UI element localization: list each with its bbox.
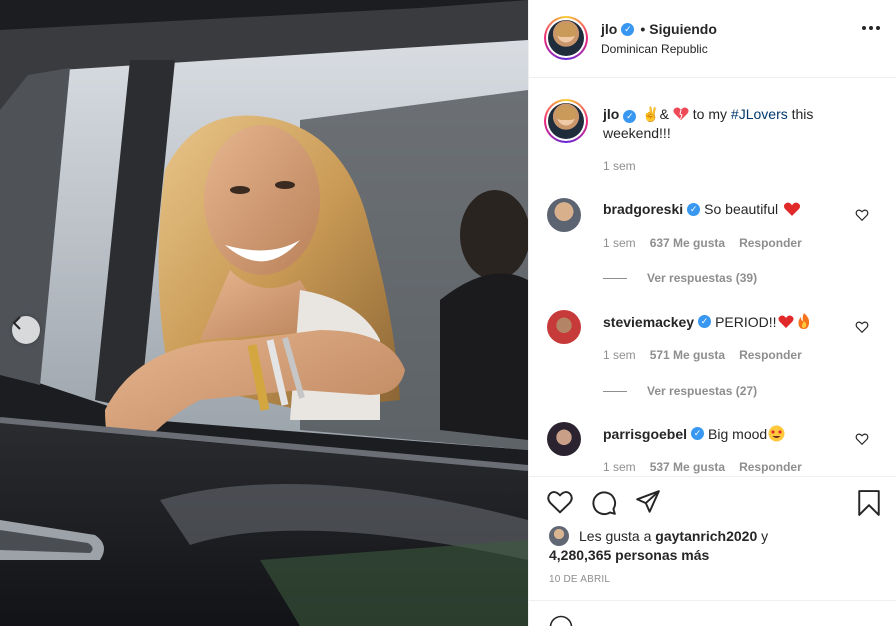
view-replies-button[interactable]: Ver respuestas (39) bbox=[603, 271, 757, 285]
caption-username[interactable]: jlo bbox=[603, 106, 619, 122]
location-link[interactable]: Dominican Republic bbox=[601, 42, 708, 56]
verified-badge-icon: ✓ bbox=[621, 22, 635, 36]
verified-badge-icon: ✓ bbox=[691, 427, 705, 440]
comment-body: PERIOD!! bbox=[715, 313, 777, 330]
comment-likes[interactable]: 571 Me gusta bbox=[650, 348, 725, 362]
likes-others[interactable]: 4,280,365 personas más bbox=[549, 547, 709, 563]
verified-badge-icon: ✓ bbox=[687, 202, 701, 216]
replies-divider bbox=[603, 277, 627, 279]
comment-likes[interactable]: 537 Me gusta bbox=[650, 460, 725, 474]
comment-body: So beautiful bbox=[704, 201, 779, 217]
comment-username[interactable]: steviemackey bbox=[603, 314, 694, 330]
like-comment-heart-icon[interactable] bbox=[855, 208, 869, 222]
post-photo[interactable] bbox=[0, 0, 528, 626]
hashtag-link[interactable]: #JLovers bbox=[731, 106, 788, 122]
comment-bubble-icon[interactable] bbox=[591, 490, 617, 516]
reply-button[interactable]: Responder bbox=[739, 348, 802, 362]
caption-author-avatar[interactable] bbox=[544, 99, 588, 143]
commenter-avatar[interactable] bbox=[547, 198, 581, 232]
like-comment-heart-icon[interactable] bbox=[855, 432, 869, 446]
separator-dot: • bbox=[640, 21, 646, 37]
replies-divider bbox=[603, 390, 627, 392]
commenter-avatar[interactable] bbox=[547, 310, 581, 344]
comments-list[interactable]: jlo ✓ ✌️& to my #JLovers this weekend!!! … bbox=[529, 79, 896, 476]
chevron-left-icon bbox=[12, 316, 21, 330]
post-actions-bar bbox=[529, 476, 896, 526]
post-date[interactable]: 10 DE ABRIL bbox=[549, 574, 610, 585]
add-comment-bar bbox=[529, 600, 896, 626]
liker-avatar[interactable] bbox=[549, 526, 569, 546]
comment-text: steviemackey ✓ PERIOD!! bbox=[603, 313, 811, 330]
photo-illustration bbox=[0, 0, 528, 626]
caption-middle: to my bbox=[692, 106, 728, 122]
likes-text: Les gusta a gaytanrich2020 y bbox=[579, 528, 768, 544]
fire-emoji-icon bbox=[797, 313, 809, 329]
caption-start: ✌️& bbox=[642, 106, 670, 122]
post-header: jlo ✓ • Siguiendo Dominican Republic bbox=[529, 0, 896, 78]
heart-eyes-emoji-icon bbox=[768, 425, 785, 442]
liker-username[interactable]: gaytanrich2020 bbox=[655, 528, 757, 544]
post-side-panel: jlo ✓ • Siguiendo Dominican Republic jlo… bbox=[528, 0, 896, 626]
comment-time[interactable]: 1 sem bbox=[603, 460, 636, 474]
caption-text: jlo ✓ ✌️& to my #JLovers this weekend!!! bbox=[603, 105, 843, 143]
comment-likes[interactable]: 637 Me gusta bbox=[650, 236, 725, 250]
view-replies-label: Ver respuestas (27) bbox=[647, 384, 758, 398]
commenter-avatar[interactable] bbox=[547, 422, 581, 456]
verified-badge-icon: ✓ bbox=[623, 110, 637, 123]
comment-meta: 1 sem 637 Me gusta Responder bbox=[603, 236, 802, 250]
heart-emoji-icon bbox=[778, 315, 794, 328]
like-heart-icon[interactable] bbox=[547, 490, 573, 514]
comment-meta: 1 sem 537 Me gusta Responder bbox=[603, 460, 802, 474]
share-send-icon[interactable] bbox=[635, 490, 661, 514]
heart-emoji-icon bbox=[784, 202, 801, 216]
reply-button[interactable]: Responder bbox=[739, 236, 802, 250]
following-button[interactable]: Siguiendo bbox=[649, 21, 717, 37]
verified-badge-icon: ✓ bbox=[698, 315, 712, 328]
author-line: jlo ✓ • Siguiendo bbox=[601, 21, 717, 37]
comment-meta: 1 sem 571 Me gusta Responder bbox=[603, 348, 802, 362]
more-options-icon[interactable] bbox=[862, 26, 880, 30]
likes-conj: y bbox=[761, 528, 769, 544]
author-username[interactable]: jlo bbox=[601, 21, 617, 37]
caption-time[interactable]: 1 sem bbox=[603, 159, 636, 173]
comment-text: bradgoreski ✓ So beautiful bbox=[603, 201, 801, 217]
view-replies-button[interactable]: Ver respuestas (27) bbox=[603, 384, 757, 398]
heart-emoji-icon bbox=[673, 107, 689, 120]
comment-text: parrisgoebel ✓ Big mood bbox=[603, 425, 785, 442]
caption-meta: 1 sem bbox=[603, 159, 636, 173]
author-avatar[interactable] bbox=[544, 16, 588, 60]
comment-body: Big mood bbox=[708, 425, 768, 442]
view-replies-label: Ver respuestas (39) bbox=[647, 271, 758, 285]
comment-username[interactable]: parrisgoebel bbox=[603, 426, 687, 442]
comment-time[interactable]: 1 sem bbox=[603, 348, 636, 362]
reply-button[interactable]: Responder bbox=[739, 460, 802, 474]
like-comment-heart-icon[interactable] bbox=[855, 320, 869, 334]
previous-photo-button[interactable] bbox=[12, 316, 40, 344]
comment-time[interactable]: 1 sem bbox=[603, 236, 636, 250]
comment-username[interactable]: bradgoreski bbox=[603, 201, 683, 217]
emoji-smiley-icon[interactable] bbox=[549, 615, 573, 626]
save-bookmark-icon[interactable] bbox=[857, 490, 881, 516]
likes-prefix: Les gusta a bbox=[579, 528, 652, 544]
